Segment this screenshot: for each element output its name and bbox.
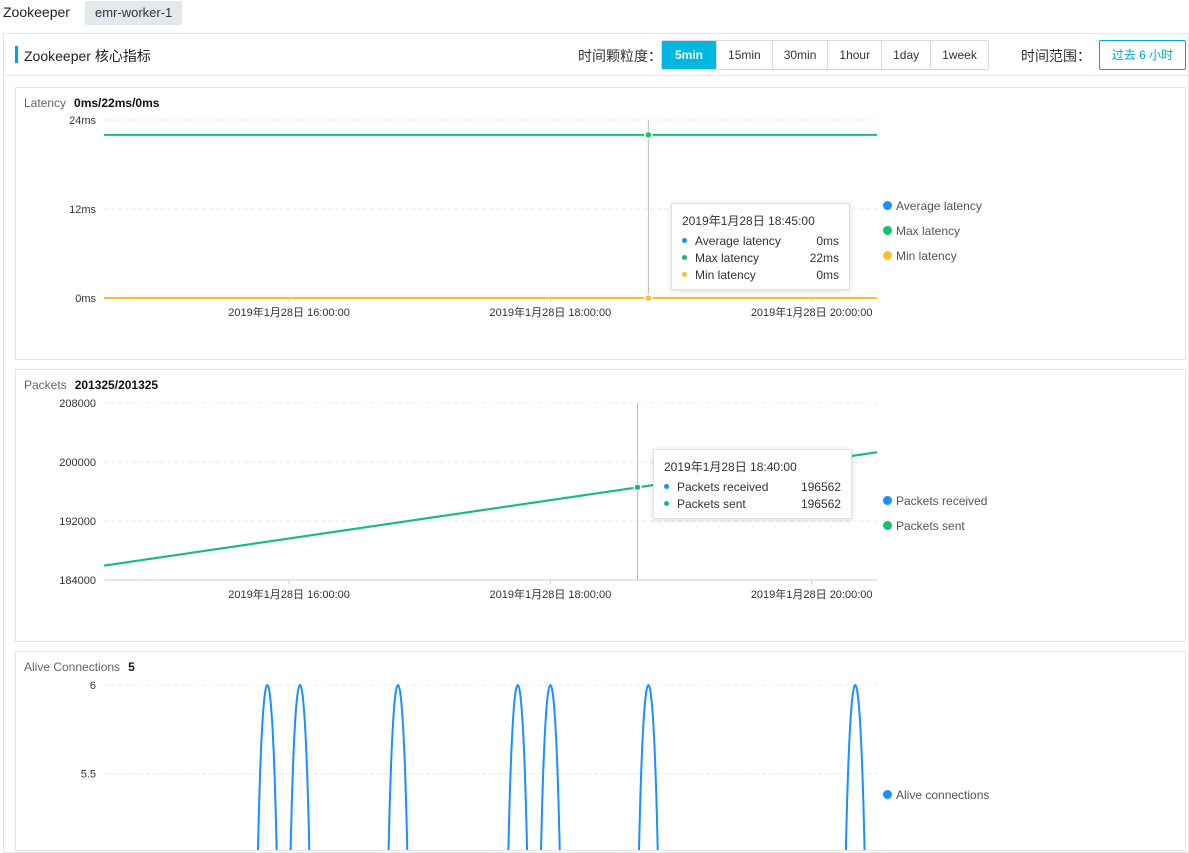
y-tick-label: 0ms bbox=[75, 293, 96, 305]
granularity-selector: 5min 15min 30min 1hour 1day 1week bbox=[661, 40, 989, 70]
tooltip-title: 2019年1月28日 18:45:00 bbox=[682, 214, 815, 228]
tooltip-series-name: Min latency bbox=[695, 267, 756, 282]
spike-line bbox=[638, 683, 659, 850]
tooltip-dot bbox=[682, 255, 687, 260]
node-tag[interactable]: emr-worker-1 bbox=[85, 1, 183, 25]
tooltip-row: Average latency 0ms bbox=[682, 232, 839, 249]
connections-chart[interactable]: 5.56 bbox=[16, 652, 1185, 850]
tooltip-series-value: 22ms bbox=[809, 250, 839, 265]
x-tick-label: 2019年1月28日 18:00:00 bbox=[490, 587, 612, 601]
legend-dot-alive-connections bbox=[883, 790, 892, 799]
spike-line bbox=[844, 683, 866, 850]
legend-item-average-latency[interactable]: Average latency bbox=[883, 193, 982, 218]
y-tick-label: 192000 bbox=[59, 516, 96, 528]
section-accent-bar bbox=[15, 46, 18, 63]
time-range-button[interactable]: 过去 6 小时 bbox=[1099, 40, 1186, 70]
legend-dot-packets-sent bbox=[883, 521, 892, 530]
spike-line bbox=[289, 683, 311, 850]
section-header: Zookeeper 核心指标 时间颗粒度： 5min 15min 30min 1… bbox=[4, 34, 1188, 76]
legend-label: Average latency bbox=[896, 198, 982, 213]
highlight-point bbox=[644, 293, 653, 303]
tooltip-row: Packets received 196562 bbox=[664, 478, 841, 495]
tooltip-dot bbox=[664, 484, 669, 489]
x-tick-label: 2019年1月28日 18:00:00 bbox=[490, 305, 612, 319]
legend-label: Max latency bbox=[896, 223, 961, 238]
connections-legend: Alive connections bbox=[883, 782, 989, 807]
spike-line bbox=[256, 683, 278, 850]
packets-panel: Packets 201325/201325 184000 192000 200000 2… bbox=[15, 369, 1186, 642]
granularity-5min-button[interactable]: 5min bbox=[662, 41, 718, 69]
y-tick-label: 184000 bbox=[59, 575, 96, 587]
legend-label: Alive connections bbox=[896, 787, 990, 802]
x-tick-label: 2019年1月28日 16:00:00 bbox=[228, 305, 350, 319]
app-title: Zookeeper bbox=[3, 4, 70, 20]
spike-line bbox=[387, 683, 409, 850]
y-tick-label: 6 bbox=[90, 680, 96, 692]
x-tick-label: 2019年1月28日 20:00:00 bbox=[751, 305, 873, 319]
tooltip-series-value: 196562 bbox=[800, 496, 841, 511]
legend-label: Packets received bbox=[896, 493, 988, 508]
tooltip-row: Min latency 0ms bbox=[682, 266, 839, 283]
packets-tooltip: 2019年1月28日 18:40:00 Packets received 196… bbox=[653, 449, 852, 519]
y-tick-label: 5.5 bbox=[81, 769, 96, 781]
x-tick-label: 2019年1月28日 20:00:00 bbox=[751, 587, 873, 601]
y-tick-label: 208000 bbox=[59, 398, 96, 410]
granularity-1day-button[interactable]: 1day bbox=[882, 41, 932, 69]
tooltip-dot bbox=[682, 272, 687, 277]
legend-dot-max-latency bbox=[883, 226, 892, 235]
packets-legend: Packets received Packets sent bbox=[883, 488, 987, 538]
legend-item-packets-sent[interactable]: Packets sent bbox=[883, 513, 987, 538]
latency-legend: Average latency Max latency Min latency bbox=[883, 193, 982, 268]
tooltip-dot bbox=[664, 501, 669, 506]
highlight-point bbox=[644, 130, 653, 140]
legend-label: Packets sent bbox=[896, 518, 965, 533]
tooltip-series-value: 196562 bbox=[800, 479, 841, 494]
packets-chart[interactable]: 184000 192000 200000 208000 2019年1月28日 16:00… bbox=[16, 370, 1185, 641]
tooltip-dot bbox=[682, 238, 687, 243]
tooltip-series-name: Average latency bbox=[695, 233, 781, 248]
latency-tooltip: 2019年1月28日 18:45:00 Average latency 0ms … bbox=[671, 203, 850, 290]
highlight-point bbox=[633, 483, 642, 492]
granularity-1week-button[interactable]: 1week bbox=[931, 41, 988, 69]
tooltip-series-value: 0ms bbox=[816, 267, 839, 282]
spike-line bbox=[540, 683, 561, 850]
legend-item-min-latency[interactable]: Min latency bbox=[883, 243, 982, 268]
granularity-1hour-button[interactable]: 1hour bbox=[828, 41, 883, 69]
y-tick-label: 12ms bbox=[69, 204, 96, 216]
tooltip-title: 2019年1月28日 18:40:00 bbox=[664, 460, 797, 474]
y-tick-label: 200000 bbox=[59, 457, 96, 469]
tooltip-series-value: 0ms bbox=[816, 233, 839, 248]
legend-item-packets-received[interactable]: Packets received bbox=[883, 488, 987, 513]
top-bar: Zookeeper emr-worker-1 bbox=[0, 0, 1189, 28]
tooltip-row: Packets sent 196562 bbox=[664, 495, 841, 512]
legend-dot-average-latency bbox=[883, 201, 892, 210]
section-title: Zookeeper 核心指标 bbox=[24, 48, 151, 64]
legend-item-alive-connections[interactable]: Alive connections bbox=[883, 782, 989, 807]
time-range-label: 时间范围： bbox=[1021, 48, 1091, 64]
granularity-30min-button[interactable]: 30min bbox=[772, 41, 829, 69]
tooltip-series-name: Packets received bbox=[677, 479, 769, 494]
granularity-15min-button[interactable]: 15min bbox=[717, 41, 773, 69]
legend-item-max-latency[interactable]: Max latency bbox=[883, 218, 982, 243]
x-tick-label: 2019年1月28日 16:00:00 bbox=[228, 587, 350, 601]
legend-dot-packets-received bbox=[883, 496, 892, 505]
tooltip-series-name: Packets sent bbox=[677, 496, 746, 511]
latency-chart[interactable]: 0ms 12ms 24ms 2019年1月28日 16:00:00 2019年1月28日… bbox=[16, 88, 1185, 359]
connections-panel: Alive Connections 5 5.5 6 Alive connection… bbox=[15, 651, 1186, 851]
y-tick-label: 24ms bbox=[69, 115, 96, 127]
spike-line bbox=[507, 683, 529, 850]
latency-panel: Latency 0ms/22ms/0ms 0ms 12ms 24ms 2019年1月28… bbox=[15, 87, 1186, 360]
legend-label: Min latency bbox=[896, 248, 957, 263]
tooltip-series-name: Max latency bbox=[695, 250, 760, 265]
tooltip-row: Max latency 22ms bbox=[682, 249, 839, 266]
legend-dot-min-latency bbox=[883, 251, 892, 260]
granularity-label: 时间颗粒度： bbox=[578, 48, 662, 64]
